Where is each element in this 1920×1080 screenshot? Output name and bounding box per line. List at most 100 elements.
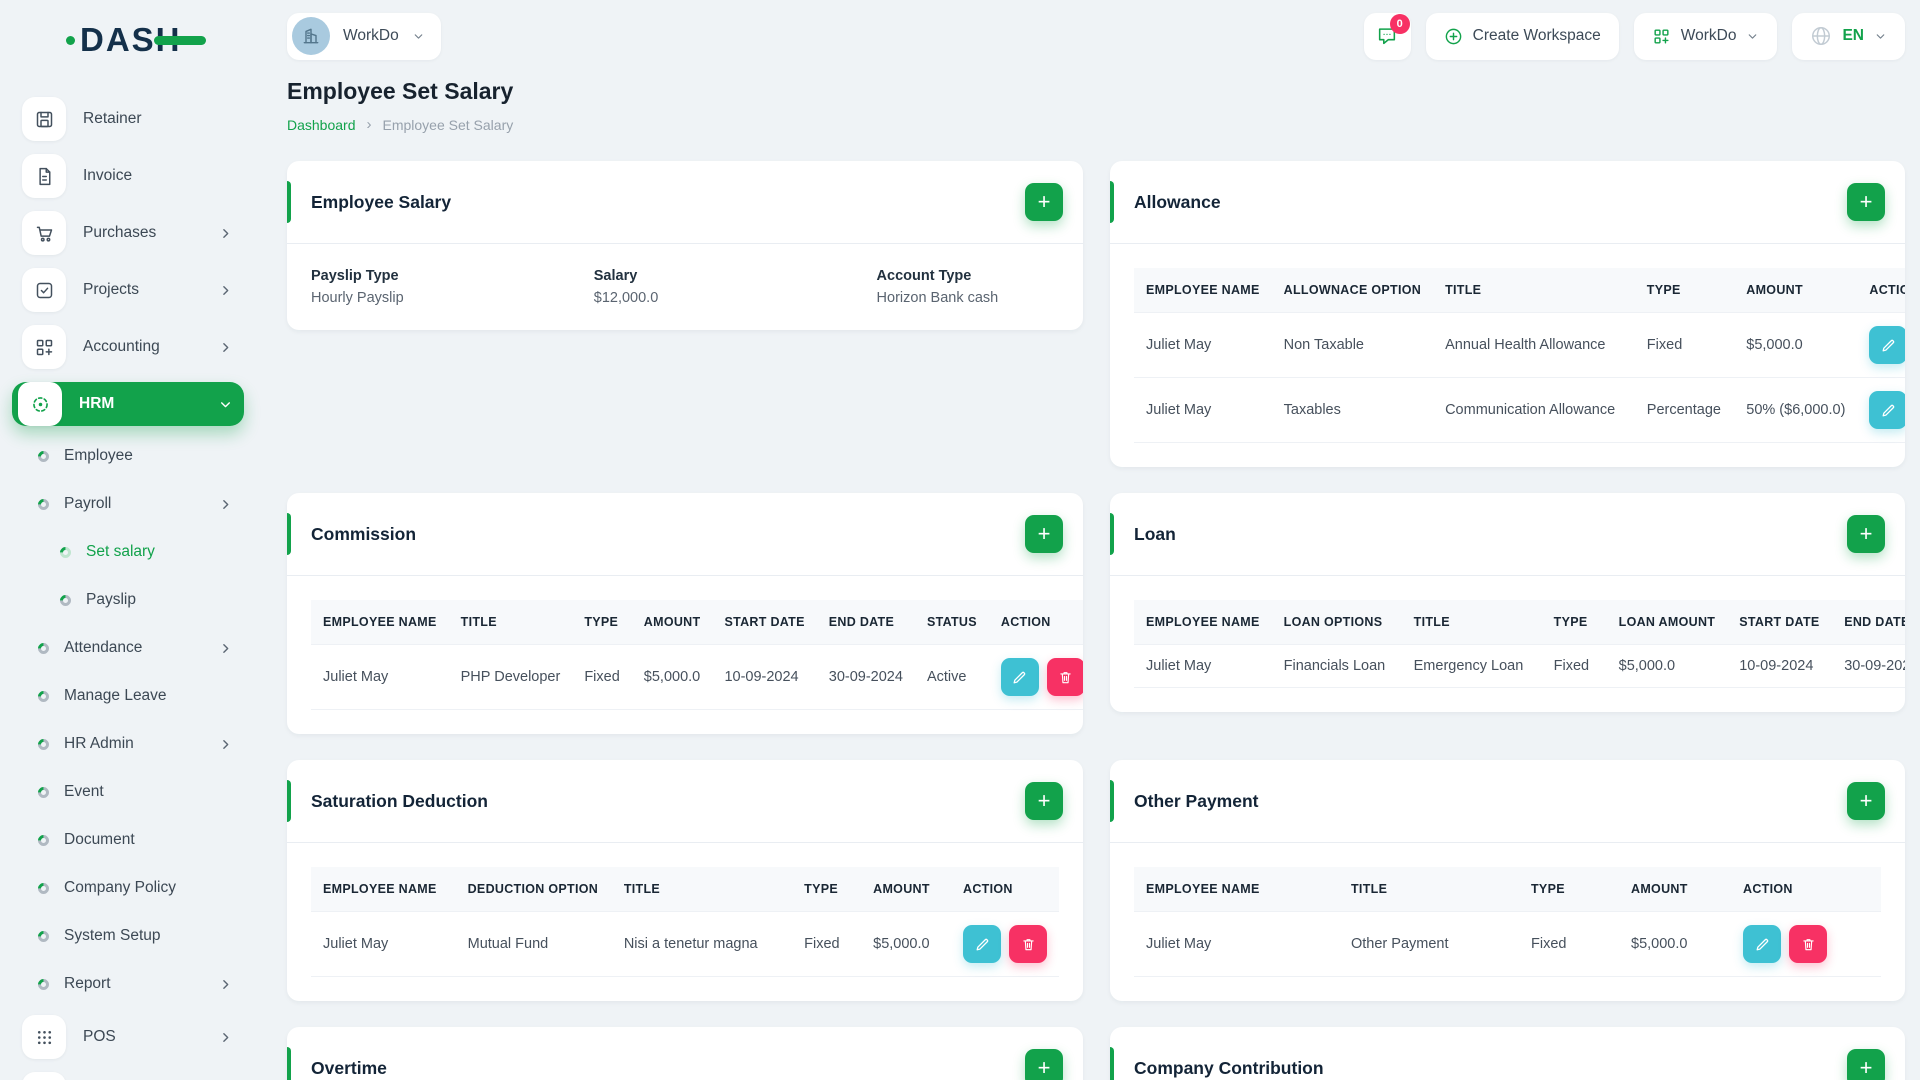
table-cell: Juliet May xyxy=(311,911,456,977)
sidebar-item-hrm[interactable]: HRM xyxy=(12,382,244,426)
column-header: TITLE xyxy=(1433,268,1635,313)
sidebar-item-accounting[interactable]: Accounting xyxy=(22,325,244,369)
bullet-icon xyxy=(35,640,52,656)
breadcrumb-dashboard-link[interactable]: Dashboard xyxy=(287,117,356,133)
workspace-selector[interactable]: WorkDo xyxy=(287,12,441,60)
column-header: START DATE xyxy=(1727,600,1833,645)
add-saturation-deduction-button[interactable]: + xyxy=(1025,782,1063,820)
table-cell: Juliet May xyxy=(1134,377,1272,443)
app-root: DASH Retainer Invoice Purchases Projects Acc… xyxy=(0,0,1920,1080)
create-workspace-label: Create Workspace xyxy=(1472,27,1601,44)
card-header: Allowance + xyxy=(1110,161,1905,243)
bullet-icon xyxy=(35,832,52,848)
sidebar-item-invoice[interactable]: Invoice xyxy=(22,154,244,198)
sidebar-item-purchases[interactable]: Purchases xyxy=(22,211,244,255)
workdo-apps-button[interactable]: WorkDo xyxy=(1633,12,1778,60)
logo-dash-icon xyxy=(153,36,206,45)
add-other-payment-button[interactable]: + xyxy=(1847,782,1885,820)
language-selector[interactable]: EN xyxy=(1792,12,1905,60)
column-header: DEDUCTION OPTION xyxy=(455,867,612,912)
commission-card: Commission + EMPLOYEE NAME TITLE TYPE AMOUN… xyxy=(287,493,1083,734)
card-title: Commission xyxy=(311,523,417,544)
salary-field: Salary $12,000.0 xyxy=(594,268,877,306)
card-title: Loan xyxy=(1134,523,1176,544)
edit-button[interactable] xyxy=(1743,925,1781,963)
table-cell: Other Payment xyxy=(1339,911,1519,977)
sidebar-item-document[interactable]: Document xyxy=(22,823,244,857)
bullet-icon xyxy=(35,688,52,704)
column-header: LOAN AMOUNT xyxy=(1606,600,1728,645)
sidebar-item-label: Purchases xyxy=(83,224,157,241)
table-cell: 30-09-2024 xyxy=(1832,644,1905,688)
table-cell: Percentage xyxy=(1634,377,1735,443)
add-overtime-button[interactable]: + xyxy=(1025,1049,1063,1080)
table-cell: 50% ($6,000.0) xyxy=(1734,377,1858,443)
sidebar-item-manage-leave[interactable]: Manage Leave xyxy=(22,679,244,713)
sidebar-item-retainer[interactable]: Retainer xyxy=(22,97,244,141)
card-title: Employee Salary xyxy=(311,191,452,212)
add-company-contribution-button[interactable]: + xyxy=(1847,1049,1885,1080)
cards-grid: Employee Salary + Payslip Type Hourly Pa… xyxy=(287,161,1905,1080)
field-label: Salary xyxy=(593,268,638,284)
add-allowance-button[interactable]: + xyxy=(1847,183,1885,221)
invoice-icon xyxy=(22,154,66,198)
sidebar-item-system-setup[interactable]: System Setup xyxy=(22,919,244,953)
card-header: Saturation Deduction + xyxy=(287,760,1083,842)
sidebar-item-attendance[interactable]: Attendance xyxy=(22,631,244,665)
crm-icon xyxy=(22,1072,66,1080)
loan-table: EMPLOYEE NAME LOAN OPTIONS TITLE TYPE LOAN A… xyxy=(1134,600,1905,688)
retainer-icon xyxy=(22,97,66,141)
edit-button[interactable] xyxy=(1869,326,1905,364)
breadcrumb: Dashboard › Employee Set Salary xyxy=(287,116,1905,133)
sidebar-item-payroll[interactable]: Payroll xyxy=(22,487,244,521)
sidebar-item-crm[interactable]: CRM xyxy=(22,1072,244,1080)
sidebar-item-pos[interactable]: POS xyxy=(22,1015,244,1059)
app-logo[interactable]: DASH xyxy=(66,21,206,63)
messages-button[interactable]: 0 xyxy=(1363,12,1411,60)
edit-button[interactable] xyxy=(1869,391,1905,429)
table-cell: $5,000.0 xyxy=(1619,911,1731,977)
edit-button[interactable] xyxy=(963,925,1001,963)
sidebar-item-payslip[interactable]: Payslip xyxy=(22,583,244,617)
employee-salary-fields: Payslip Type Hourly Payslip Salary $12,0… xyxy=(311,268,1059,306)
sidebar-item-set-salary[interactable]: Set salary xyxy=(22,535,244,569)
column-header: EMPLOYEE NAME xyxy=(311,867,456,912)
globe-icon xyxy=(1810,25,1832,47)
edit-button[interactable] xyxy=(1000,658,1039,696)
card-title: Other Payment xyxy=(1134,790,1259,811)
delete-button[interactable] xyxy=(1046,658,1083,696)
column-header: ACTION xyxy=(951,867,1059,912)
chevron-down-icon xyxy=(1746,30,1759,43)
table-cell: $5,000.0 xyxy=(631,644,713,710)
table-cell: Fixed xyxy=(792,911,862,977)
add-employee-salary-button[interactable]: + xyxy=(1025,183,1063,221)
action-cell xyxy=(1857,312,1905,378)
table-cell: Juliet May xyxy=(1134,911,1339,977)
sidebar-item-employee[interactable]: Employee xyxy=(22,439,244,473)
chevron-down-icon xyxy=(219,398,232,411)
add-loan-button[interactable]: + xyxy=(1847,515,1885,553)
delete-button[interactable] xyxy=(1789,925,1827,963)
sidebar-item-company-policy[interactable]: Company Policy xyxy=(22,871,244,905)
table-cell: Fixed xyxy=(1634,312,1735,378)
column-header: TITLE xyxy=(611,867,793,912)
delete-button[interactable] xyxy=(1009,925,1047,963)
table-cell: Juliet May xyxy=(1134,644,1272,688)
sidebar-item-label: Event xyxy=(64,783,104,800)
column-header: AMOUNT xyxy=(861,867,951,912)
sidebar-item-event[interactable]: Event xyxy=(22,775,244,809)
create-workspace-button[interactable]: Create Workspace xyxy=(1425,12,1619,60)
chevron-right-icon xyxy=(219,1031,232,1044)
card-body: EMPLOYEE NAME TITLE TYPE AMOUNT ACTION Juliet… xyxy=(1110,843,1905,1001)
add-commission-button[interactable]: + xyxy=(1025,515,1063,553)
column-header: ALLOWNACE OPTION xyxy=(1271,268,1434,313)
sidebar-item-hr-admin[interactable]: HR Admin xyxy=(22,727,244,761)
table-cell: 30-09-2024 xyxy=(816,644,915,710)
action-cell xyxy=(951,911,1059,977)
bullet-icon xyxy=(35,928,52,944)
card-title: Saturation Deduction xyxy=(311,790,488,811)
table-cell: Communication Allowance xyxy=(1433,377,1635,443)
sidebar-item-report[interactable]: Report xyxy=(22,967,244,1001)
projects-icon xyxy=(22,268,66,312)
sidebar-item-projects[interactable]: Projects xyxy=(22,268,244,312)
